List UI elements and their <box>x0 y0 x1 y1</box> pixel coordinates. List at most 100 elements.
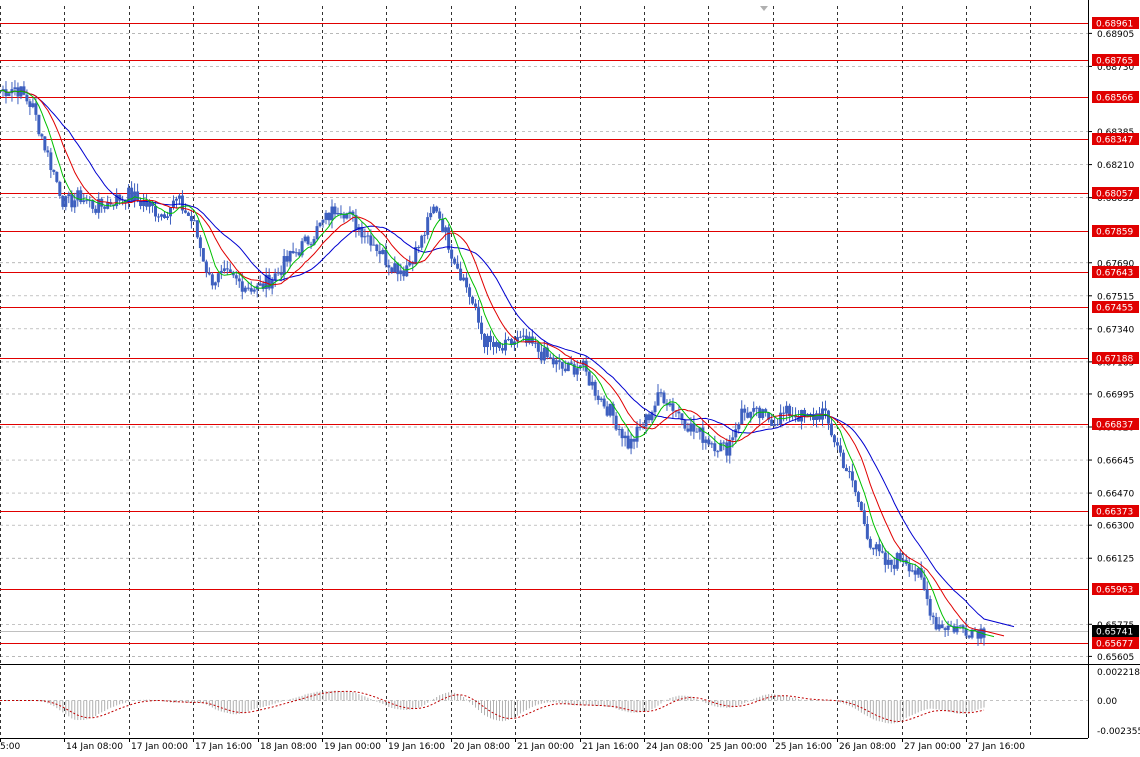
candle-body <box>67 194 71 197</box>
candle-body <box>910 570 914 572</box>
candle-body <box>898 553 902 561</box>
candle-body <box>327 212 331 221</box>
candle-body <box>450 249 454 259</box>
level-tag-label: 0.65677 <box>1096 640 1133 650</box>
candle-body <box>656 392 660 406</box>
x-tick-label: 27 Jan 00:00 <box>904 742 961 752</box>
candle-body <box>695 431 699 433</box>
level-tag-label: 0.67188 <box>1096 355 1133 365</box>
candle-body <box>291 251 295 254</box>
candle-body <box>614 415 618 430</box>
candle-body <box>303 236 307 242</box>
candle-body <box>276 272 280 274</box>
candle-body <box>539 351 543 361</box>
candle-body <box>309 244 313 246</box>
candle-body <box>521 335 525 337</box>
candle-body <box>82 200 86 203</box>
candle-body <box>393 263 397 273</box>
candle-body <box>868 538 872 548</box>
candle-body <box>889 559 893 565</box>
x-tick-label: 19 Jan 16:00 <box>388 742 445 752</box>
candle-body <box>207 272 211 275</box>
y-tick-label: 0.65605 <box>1097 653 1134 663</box>
candle-body <box>865 524 869 539</box>
x-tick-label: 25 Jan 00:00 <box>710 742 767 752</box>
candle-body <box>785 405 789 414</box>
candle-body <box>489 335 493 343</box>
candle-body <box>943 628 947 630</box>
candle-body <box>390 267 394 273</box>
candle-body <box>653 405 657 413</box>
candle-body <box>195 220 199 238</box>
candle-body <box>249 288 253 292</box>
candle-body <box>877 544 881 552</box>
candle-body <box>835 442 839 446</box>
candle-body <box>605 406 609 416</box>
level-tag-label: 0.66373 <box>1096 508 1133 518</box>
osc-tick-label: 0.00 <box>1097 697 1117 707</box>
candle-body <box>145 201 149 207</box>
candle-body <box>444 227 448 233</box>
candle-body <box>168 207 172 217</box>
candle-body <box>7 93 11 97</box>
candle-body <box>853 480 857 493</box>
candle-body <box>324 212 328 220</box>
candle-body <box>474 303 478 307</box>
candle-body <box>587 371 591 386</box>
candle-body <box>213 282 217 286</box>
candle-body <box>420 235 424 248</box>
candle-body <box>246 287 250 289</box>
candle-body <box>536 342 540 352</box>
candle-body <box>761 409 765 419</box>
x-tick-label: 20 Jan 08:00 <box>453 742 510 752</box>
y-tick-label: 0.68210 <box>1097 161 1134 171</box>
candle-body <box>201 248 205 262</box>
candle-body <box>892 564 896 569</box>
candle-body <box>548 357 552 359</box>
candle-body <box>426 217 430 235</box>
candle-body <box>776 424 780 426</box>
candle-body <box>590 381 594 386</box>
candle-body <box>405 265 409 277</box>
candle-body <box>500 348 504 351</box>
candle-body <box>58 181 62 196</box>
x-tick-label: 27 Jan 16:00 <box>968 742 1025 752</box>
candle-body <box>922 577 926 590</box>
candle-body <box>243 287 247 292</box>
candle-body <box>192 220 196 222</box>
candle-body <box>506 339 510 341</box>
candle-body <box>623 435 627 439</box>
candle-body <box>602 398 606 407</box>
candle-body <box>456 263 460 269</box>
candle-body <box>154 205 158 217</box>
candle-body <box>901 559 905 561</box>
candle-body <box>49 152 53 171</box>
candle-body <box>162 214 166 219</box>
y-tick-label: 0.67515 <box>1097 292 1134 302</box>
candle-body <box>183 210 187 213</box>
candle-body <box>294 252 298 254</box>
candle-body <box>850 471 854 481</box>
candle-body <box>557 360 561 362</box>
candle-body <box>820 408 824 420</box>
candle-body <box>369 235 373 246</box>
candle-body <box>599 398 603 400</box>
candle-body <box>728 439 732 456</box>
candle-body <box>237 278 241 282</box>
x-tick-label: 25 Jan 16:00 <box>775 742 832 752</box>
candle-body <box>704 439 708 443</box>
candle-body <box>686 428 690 432</box>
candle-body <box>668 403 672 406</box>
candle-body <box>644 414 648 427</box>
candle-body <box>692 423 696 432</box>
candle-body <box>713 443 717 452</box>
candle-body <box>471 296 475 304</box>
candle-body <box>453 258 457 264</box>
candle-body <box>608 403 612 416</box>
y-tick-label: 0.66300 <box>1097 522 1134 532</box>
candle-body <box>635 426 639 442</box>
candle-body <box>441 218 445 233</box>
candle-body <box>940 624 944 629</box>
candle-body <box>465 277 469 288</box>
candle-body <box>85 200 89 202</box>
